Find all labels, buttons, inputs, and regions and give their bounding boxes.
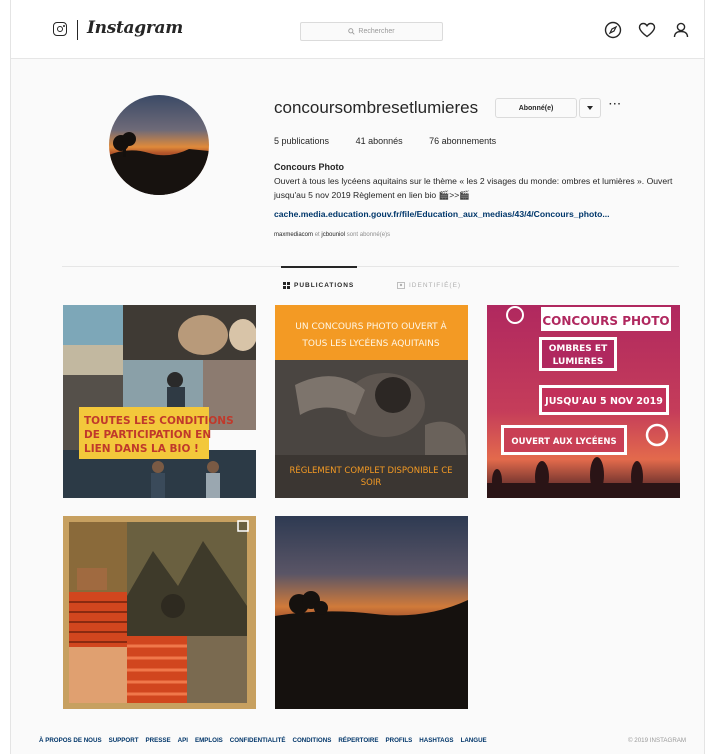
caret-down-icon xyxy=(587,106,593,110)
footer-link-privacy[interactable]: CONFIDENTIALITÉ xyxy=(230,737,286,744)
footer-link-jobs[interactable]: EMPLOIS xyxy=(195,737,223,744)
bio-text: Ouvert à tous les lycéens aquitains sur … xyxy=(274,176,673,200)
footer-link-terms[interactable]: CONDITIONS xyxy=(292,737,331,744)
following-button[interactable]: Abonné(e) xyxy=(495,98,577,118)
explore-compass-icon[interactable] xyxy=(603,20,623,40)
post2-line-3: RÈGLEMENT COMPLET DISPONIBLE CE xyxy=(289,464,452,476)
more-options-button[interactable]: ··· xyxy=(609,99,622,110)
post3-line-4: JUSQU'AU 5 NOV 2019 xyxy=(544,396,663,407)
post-tile-4[interactable] xyxy=(63,516,256,709)
tab-tagged-label: IDENTIFIÉ(E) xyxy=(409,282,462,289)
profile-username: concoursombresetlumieres xyxy=(274,98,479,117)
logo-separator xyxy=(77,20,78,40)
followed-by-connector: et xyxy=(314,232,320,238)
post3-line-5: OUVERT AUX LYCÉENS xyxy=(511,435,616,447)
search-placeholder: Rechercher xyxy=(358,28,395,35)
profile-avatar[interactable] xyxy=(109,95,209,195)
post1-line-3: LIEN DANS LA BIO ! xyxy=(84,443,199,455)
bio-link[interactable]: cache.media.education.gouv.fr/file/Educa… xyxy=(274,209,610,219)
post-tile-3[interactable]: CONCOURS PHOTO OMBRES ET LUMIERES JUSQU'… xyxy=(487,305,680,498)
followed-by-suffix: sont abonné(e)s xyxy=(346,232,391,238)
profile-person-icon[interactable] xyxy=(671,20,691,40)
active-tab-indicator xyxy=(281,266,357,268)
search-icon xyxy=(348,28,356,35)
grid-icon xyxy=(283,282,290,289)
instagram-page: Instagram Rechercher concoursombresetlum… xyxy=(10,0,705,754)
following-count[interactable]: 76 abonnements xyxy=(429,136,496,146)
tab-publications-label: PUBLICATIONS xyxy=(294,282,355,289)
copyright-text: © 2019 INSTAGRAM xyxy=(628,737,687,744)
tab-tagged[interactable]: IDENTIFIÉ(E) xyxy=(397,282,461,289)
post-tile-5[interactable] xyxy=(275,516,468,709)
footer-link-support[interactable]: SUPPORT xyxy=(109,737,139,744)
tabs-divider xyxy=(62,266,679,267)
post-tile-1[interactable]: TOUTES LES CONDITIONS DE PARTICIPATION E… xyxy=(63,305,256,498)
footer-link-about[interactable]: À PROPOS DE NOUS xyxy=(39,737,102,744)
post2-line-4: SOIR xyxy=(361,478,382,488)
footer-link-profiles[interactable]: PROFILS xyxy=(385,737,412,744)
post3-line-2: OMBRES ET xyxy=(549,344,608,354)
search-input[interactable]: Rechercher xyxy=(300,22,443,41)
top-navigation-bar: Instagram Rechercher xyxy=(11,0,704,59)
bio-title: Concours Photo xyxy=(274,162,344,172)
suggestions-dropdown-button[interactable] xyxy=(579,98,601,118)
post1-line-1: TOUTES LES CONDITIONS xyxy=(84,415,234,427)
post3-line-1: CONCOURS PHOTO xyxy=(542,314,669,328)
footer-link-language[interactable]: LANGUE xyxy=(461,737,487,744)
followers-count[interactable]: 41 abonnés xyxy=(356,136,403,146)
footer-links: À PROPOS DE NOUS SUPPORT PRESSE API EMPL… xyxy=(39,737,487,744)
post1-line-2: DE PARTICIPATION EN xyxy=(84,429,211,441)
follower-user-2[interactable]: jcbouniol xyxy=(321,232,345,238)
post2-line-1: UN CONCOURS PHOTO OUVERT À xyxy=(295,320,447,332)
tagged-person-icon xyxy=(397,282,405,289)
post-tile-2[interactable]: UN CONCOURS PHOTO OUVERT À TOUS LES LYCÉ… xyxy=(275,305,468,498)
heart-icon[interactable] xyxy=(637,20,657,40)
tab-publications[interactable]: PUBLICATIONS xyxy=(283,282,354,289)
footer-link-hashtags[interactable]: HASHTAGS xyxy=(419,737,453,744)
post2-line-2: TOUS LES LYCÉENS AQUITAINS xyxy=(301,337,439,349)
publications-count: 5 publications xyxy=(274,136,330,146)
footer-link-press[interactable]: PRESSE xyxy=(146,737,171,744)
followed-by-line[interactable]: maxmediacom et jcbouniol sont abonné(e)s xyxy=(274,232,390,238)
instagram-glyph-icon[interactable] xyxy=(53,22,67,36)
footer-link-api[interactable]: API xyxy=(178,737,188,744)
post3-line-3: LUMIERES xyxy=(553,357,604,367)
footer-link-directory[interactable]: RÉPERTOIRE xyxy=(338,737,378,744)
profile-stats: 5 publications 41 abonnés 76 abonnements xyxy=(274,136,520,146)
instagram-wordmark[interactable]: Instagram xyxy=(87,18,183,38)
follower-user-1[interactable]: maxmediacom xyxy=(274,232,313,238)
